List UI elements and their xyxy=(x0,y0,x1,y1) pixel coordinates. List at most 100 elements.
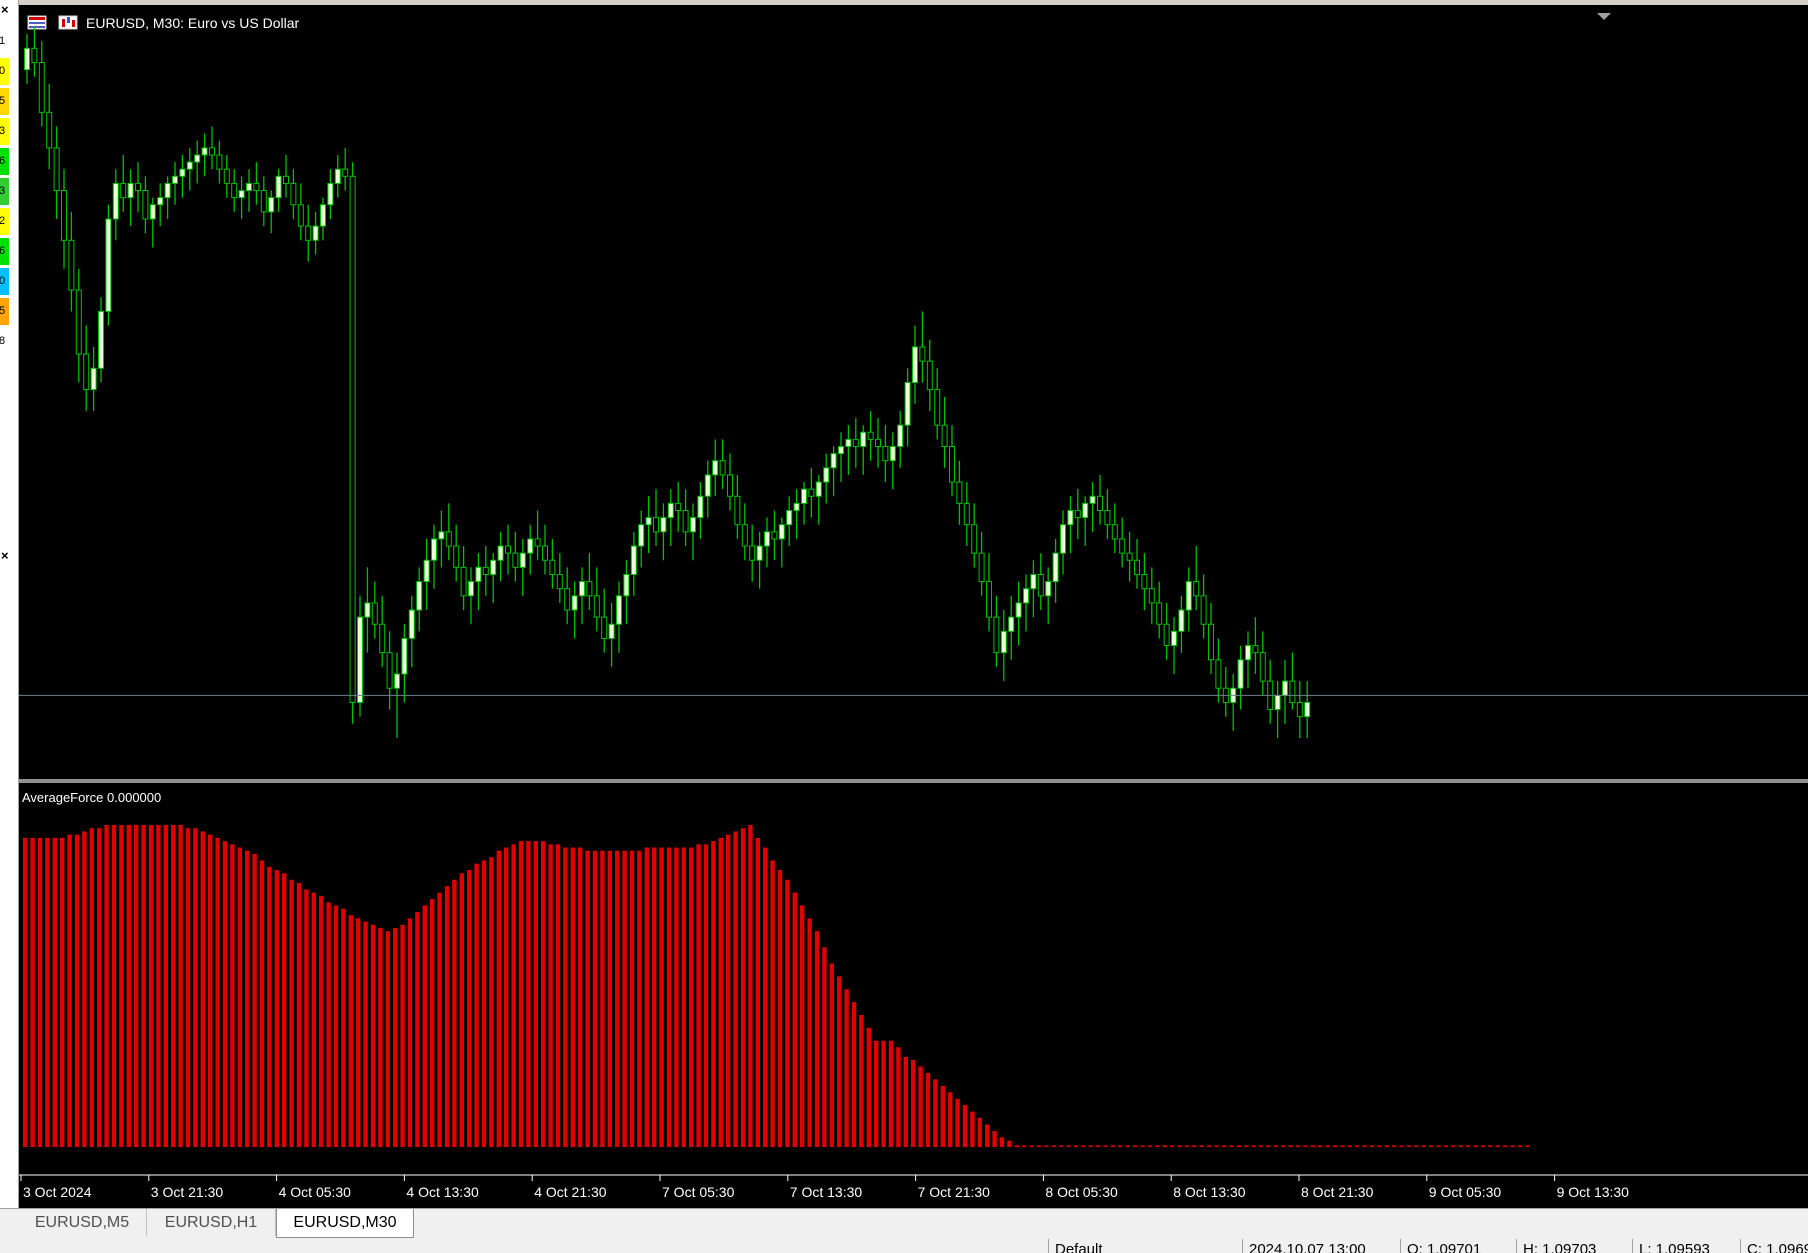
histogram-bar xyxy=(541,841,546,1147)
candle xyxy=(623,573,630,597)
left-strip: × 1 0 5 3 6 3 2 6 0 5 8 × xyxy=(0,0,19,1208)
candle xyxy=(1134,559,1140,575)
chart-menu-icon[interactable] xyxy=(27,15,47,30)
histogram-bar xyxy=(977,1118,982,1147)
candle xyxy=(334,168,341,184)
tab-eurusd-m5[interactable]: EURUSD,M5 xyxy=(18,1209,147,1236)
tab-eurusd-m30[interactable]: EURUSD,M30 xyxy=(276,1209,414,1238)
time-axis-label: 8 Oct 13:30 xyxy=(1173,1184,1246,1200)
candle xyxy=(1023,588,1029,604)
candle xyxy=(564,588,571,611)
symbol-badge[interactable]: 2 xyxy=(0,208,9,235)
candle xyxy=(357,616,363,703)
candle xyxy=(867,431,874,440)
candle xyxy=(342,168,349,177)
histogram-bar xyxy=(585,850,590,1147)
histogram-bar xyxy=(1443,1145,1449,1147)
candle xyxy=(1104,509,1111,526)
histogram-bar xyxy=(104,825,109,1147)
chart-window[interactable]: EURUSD, M30: Euro vs US Dollar AverageFo… xyxy=(19,0,1808,1208)
candle xyxy=(83,353,90,391)
histogram-bar xyxy=(1125,1145,1130,1147)
candle xyxy=(149,204,156,220)
chart-tabs: EURUSD,M5 EURUSD,H1 EURUSD,M30 xyxy=(0,1208,1808,1239)
candle xyxy=(786,509,793,526)
symbol-badge[interactable]: 5 xyxy=(0,88,9,115)
symbol-badge[interactable]: 6 xyxy=(0,148,9,175)
candle xyxy=(231,182,238,199)
symbol-badge[interactable]: 8 xyxy=(0,328,9,355)
candle xyxy=(416,581,423,611)
histogram-bar xyxy=(348,915,353,1147)
status-profile[interactable]: Default xyxy=(1048,1239,1241,1253)
chart-type-icon[interactable] xyxy=(58,15,78,30)
histogram-bar xyxy=(393,928,398,1147)
histogram-bar xyxy=(844,989,849,1147)
histogram-bar xyxy=(1162,1145,1167,1147)
histogram-bar xyxy=(1251,1145,1256,1147)
histogram-bar xyxy=(126,825,131,1147)
pane-separator[interactable] xyxy=(19,779,1808,783)
histogram-bar xyxy=(689,847,694,1147)
candle xyxy=(719,460,726,476)
symbol-badge[interactable]: 3 xyxy=(0,178,9,205)
histogram-bar xyxy=(955,1098,960,1147)
histogram-bar xyxy=(119,825,124,1147)
candle xyxy=(246,182,252,192)
close-icon[interactable]: × xyxy=(1,548,9,563)
histogram-bar xyxy=(378,928,383,1147)
close-icon[interactable]: × xyxy=(1,2,9,17)
candle xyxy=(1274,694,1281,711)
symbol-badge[interactable]: 1 xyxy=(0,28,9,55)
histogram-bar xyxy=(82,831,87,1147)
candle xyxy=(556,573,563,590)
histogram-bar xyxy=(1266,1145,1271,1147)
histogram-bar xyxy=(970,1111,975,1147)
scroll-marker-icon[interactable] xyxy=(1597,13,1611,20)
symbol-badge[interactable]: 0 xyxy=(0,58,9,85)
tab-eurusd-h1[interactable]: EURUSD,H1 xyxy=(147,1209,276,1236)
histogram-bar xyxy=(962,1105,968,1147)
candle xyxy=(112,182,119,220)
histogram-bar xyxy=(881,1040,886,1147)
histogram-bar xyxy=(1155,1145,1160,1147)
candle xyxy=(179,168,186,177)
candle xyxy=(1215,659,1222,689)
candle xyxy=(653,517,659,533)
histogram-bar xyxy=(407,918,413,1147)
candle xyxy=(209,147,215,156)
symbol-badge[interactable]: 5 xyxy=(0,298,9,325)
candle xyxy=(971,524,978,554)
symbol-badge[interactable]: 3 xyxy=(0,118,9,145)
symbol-badge[interactable]: 6 xyxy=(0,238,9,265)
histogram-bar xyxy=(311,892,316,1147)
candle xyxy=(475,566,482,583)
histogram-bar xyxy=(437,892,442,1147)
histogram-bar xyxy=(1192,1145,1197,1147)
histogram-bar xyxy=(851,1002,857,1147)
candle xyxy=(1060,524,1066,554)
status-high: H: 1.09703 xyxy=(1516,1239,1631,1253)
histogram-bar xyxy=(304,889,309,1147)
chart-canvas[interactable]: EURUSD, M30: Euro vs US Dollar AverageFo… xyxy=(19,5,1808,1208)
histogram-bar xyxy=(770,860,775,1147)
candle xyxy=(1163,623,1170,647)
candle xyxy=(1193,581,1200,597)
candle xyxy=(993,616,1000,654)
histogram-bar xyxy=(740,828,746,1147)
candle xyxy=(1259,652,1266,682)
candle xyxy=(305,225,312,241)
histogram-bar xyxy=(400,924,405,1147)
histogram-bar xyxy=(385,931,390,1147)
symbol-badge[interactable]: 0 xyxy=(0,268,9,295)
histogram-bar xyxy=(1325,1145,1330,1147)
candle xyxy=(268,197,275,213)
time-axis-label: 9 Oct 13:30 xyxy=(1557,1184,1630,1200)
candle xyxy=(431,538,437,561)
candle xyxy=(1141,573,1148,590)
histogram-bar xyxy=(1044,1145,1049,1147)
histogram-bar xyxy=(822,947,827,1147)
time-axis-label: 3 Oct 21:30 xyxy=(151,1184,224,1200)
candle xyxy=(238,190,245,199)
histogram-bar xyxy=(296,882,302,1147)
